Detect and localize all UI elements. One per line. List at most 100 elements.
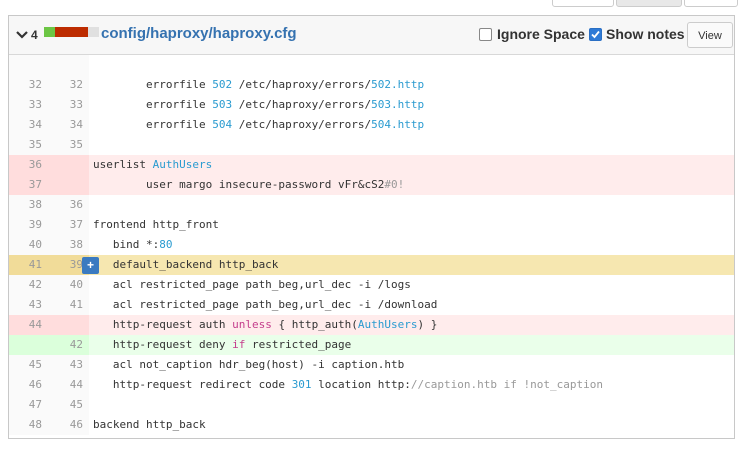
code-line: backend http_back [93, 415, 206, 435]
diffstat-segment [77, 27, 88, 37]
old-line-number[interactable]: 47 [18, 395, 42, 415]
code-token: AuthUsers [152, 158, 213, 171]
code-token: location http: [311, 378, 411, 391]
file-path-link[interactable]: config/haproxy/haproxy.cfg [101, 24, 297, 44]
code-token: 504 [371, 118, 392, 131]
old-line-number[interactable]: 39 [18, 215, 42, 235]
code-token: 80 [159, 238, 173, 251]
code-token: 503 [212, 98, 233, 111]
diff-line-removed[interactable]: 37 user margo insecure-password vFr&cS2#… [9, 175, 734, 195]
top-tab-left[interactable] [552, 0, 614, 7]
diff-line-context[interactable]: 39 37 frontend http_front [9, 215, 734, 235]
top-tab-middle[interactable] [616, 0, 682, 7]
old-line-number[interactable]: 40 [18, 235, 42, 255]
new-line-number[interactable]: 38 [59, 235, 83, 255]
old-line-number[interactable]: 45 [18, 355, 42, 375]
code-token: #0! [384, 178, 405, 191]
old-line-number[interactable]: 44 [18, 315, 42, 335]
new-line-number[interactable]: 45 [59, 395, 83, 415]
show-notes-checkbox[interactable] [589, 28, 602, 41]
chevron-down-icon[interactable] [14, 27, 30, 43]
old-line-number[interactable]: 32 [18, 75, 42, 95]
new-line-number[interactable]: 40 [59, 275, 83, 295]
diff-line-context[interactable]: 47 45 [9, 395, 734, 415]
diffstat-segment [66, 27, 77, 37]
new-line-number[interactable]: 42 [59, 335, 83, 355]
old-line-number[interactable]: 48 [18, 415, 42, 435]
old-line-number[interactable]: 34 [18, 115, 42, 135]
diffstat-bar [44, 27, 99, 37]
code-token: if [232, 338, 246, 351]
top-tab-right[interactable] [684, 0, 738, 7]
code-token: 502 [371, 78, 392, 91]
code-line: acl not_caption hdr_beg(host) -i caption… [93, 355, 404, 375]
code-token: 503 [371, 98, 392, 111]
line-gutter [9, 55, 89, 75]
code-token: //caption.htb if !not_caption [410, 378, 603, 391]
diff-line-context[interactable]: 43 41 acl restricted_page path_beg,url_de… [9, 295, 734, 315]
new-line-number[interactable]: 35 [59, 135, 83, 155]
diff-line-removed[interactable]: 36 userlist AuthUsers [9, 155, 734, 175]
diff-line-context[interactable]: 34 34 errorfile 504 /etc/haproxy/errors/5… [9, 115, 734, 135]
diff-line-context[interactable]: 42 40 acl restricted_page path_beg,url_de… [9, 275, 734, 295]
new-line-number[interactable]: 39 [59, 255, 83, 275]
show-notes-label[interactable]: Show notes [606, 25, 685, 43]
old-line-number[interactable]: 42 [18, 275, 42, 295]
code-token: http-request redirect code [93, 378, 292, 391]
code-token: /etc/haproxy/errors/ [232, 118, 372, 131]
old-line-number[interactable]: 46 [18, 375, 42, 395]
view-button[interactable]: View [687, 22, 733, 48]
code-token: 504 [212, 118, 233, 131]
code-token: restricted_page [245, 338, 352, 351]
code-line: acl restricted_page path_beg,url_dec -i … [93, 275, 411, 295]
diff-file: 4 config/haproxy/haproxy.cfg Ignore Spac… [8, 15, 735, 439]
code-token: .http [391, 118, 425, 131]
new-line-number[interactable]: 34 [59, 115, 83, 135]
code-token: frontend http_front [93, 218, 219, 231]
old-line-number[interactable]: 37 [18, 175, 42, 195]
old-line-number[interactable]: 41 [18, 255, 42, 275]
old-line-number[interactable]: 33 [18, 95, 42, 115]
top-toolbar-remnant [0, 0, 743, 7]
new-line-number[interactable]: 37 [59, 215, 83, 235]
diff-line-removed[interactable]: 44 http-request auth unless { http_auth(… [9, 315, 734, 335]
code-line: bind *:80 [93, 235, 173, 255]
old-line-number[interactable]: 35 [18, 135, 42, 155]
diff-line-context[interactable]: 40 38 bind *:80 [9, 235, 734, 255]
code-token: unless [232, 318, 272, 331]
new-line-number[interactable]: 44 [59, 375, 83, 395]
diff-line-context[interactable]: 48 46 backend http_back [9, 415, 734, 435]
code-line: http-request redirect code 301 location … [93, 375, 603, 395]
new-line-number[interactable]: 36 [59, 195, 83, 215]
diff-line-context[interactable]: 45 43 acl not_caption hdr_beg(host) -i ca… [9, 355, 734, 375]
old-line-number[interactable]: 36 [18, 155, 42, 175]
new-line-number[interactable]: 32 [59, 75, 83, 95]
diff-line-context[interactable]: 38 36 [9, 195, 734, 215]
code-token: user margo insecure-password vFr&cS2 [93, 178, 385, 191]
new-line-number[interactable]: 43 [59, 355, 83, 375]
diff-line-added[interactable]: 42 http-request deny if restricted_page [9, 335, 734, 355]
code-token: /etc/haproxy/errors/ [232, 78, 372, 91]
diffstat-segment [44, 27, 55, 37]
ignore-space-checkbox[interactable] [479, 28, 492, 41]
diff-line-context[interactable]: 32 32 errorfile 502 /etc/haproxy/errors/5… [9, 75, 734, 95]
diff-line-hover[interactable]: 41 39 + default_backend http_back [9, 255, 734, 275]
diff-line-context[interactable]: 33 33 errorfile 503 /etc/haproxy/errors/5… [9, 95, 734, 115]
diff-line-context[interactable]: 35 35 [9, 135, 734, 155]
code-line: frontend http_front [93, 215, 219, 235]
code-token: AuthUsers [357, 318, 418, 331]
code-token: http-request deny [93, 338, 233, 351]
old-line-number[interactable]: 43 [18, 295, 42, 315]
diff-line-context[interactable] [9, 55, 734, 75]
new-line-number[interactable]: 46 [59, 415, 83, 435]
new-line-number[interactable]: 41 [59, 295, 83, 315]
old-line-number[interactable]: 38 [18, 195, 42, 215]
diff-line-context[interactable]: 46 44 http-request redirect code 301 loca… [9, 375, 734, 395]
ignore-space-label[interactable]: Ignore Space [497, 25, 585, 43]
code-token: bind *: [93, 238, 160, 251]
new-line-number[interactable]: 33 [59, 95, 83, 115]
code-line: userlist AuthUsers [93, 155, 212, 175]
code-token: userlist [93, 158, 153, 171]
code-token: http-request auth [93, 318, 233, 331]
code-line: acl restricted_page path_beg,url_dec -i … [93, 295, 438, 315]
